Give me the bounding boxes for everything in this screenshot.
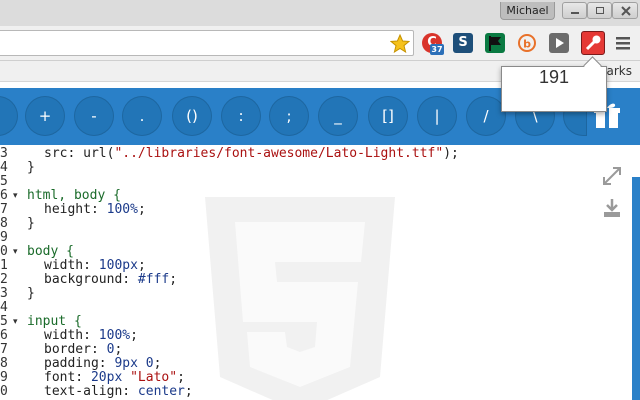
code-line: src: url("../libraries/font-awesome/Lato…	[44, 146, 459, 161]
code-line: }	[27, 160, 35, 175]
code-line: padding: 9px 0;	[44, 356, 162, 371]
line-number: 2	[0, 272, 8, 287]
code-line: width: 100px;	[44, 258, 146, 273]
symbol-key[interactable]: .	[122, 96, 162, 136]
symbol-key[interactable]: _	[318, 96, 358, 136]
flag-extension-icon[interactable]	[485, 33, 505, 53]
profile-name-badge[interactable]: Michael	[500, 2, 555, 20]
download-icon[interactable]	[601, 197, 623, 219]
s-extension-icon[interactable]: S	[453, 33, 473, 53]
red-c-extension-icon[interactable]: C 37	[422, 33, 444, 55]
code-line-selector: input {	[27, 314, 82, 329]
code-line: background: #fff;	[44, 272, 178, 287]
line-number: 9	[0, 230, 8, 245]
minimize-icon	[571, 12, 579, 14]
code-editor[interactable]: 3 4 5 6 ▾ 7 8 9 0 ▾ 1 2 3 4 5 ▾ 6 7 8 9 …	[0, 145, 640, 400]
css3-watermark-icon	[205, 197, 395, 400]
code-line: height: 100%;	[44, 202, 146, 217]
symbol-key-partial[interactable]	[0, 96, 18, 136]
symbol-key[interactable]: :	[221, 96, 261, 136]
code-line: }	[27, 286, 35, 301]
menu-icon[interactable]	[616, 36, 630, 50]
symbol-key[interactable]: ;	[269, 96, 309, 136]
line-number: 6	[0, 328, 8, 343]
line-number: 7	[0, 342, 8, 357]
line-number: 3	[0, 146, 8, 161]
expand-icon[interactable]	[601, 165, 623, 187]
line-number: 8	[0, 356, 8, 371]
play-extension-icon[interactable]	[549, 33, 569, 53]
fold-arrow-icon[interactable]: ▾	[13, 191, 23, 201]
editor-scrollbar[interactable]	[632, 177, 640, 400]
other-bookmarks-label[interactable]: arks	[607, 64, 633, 78]
code-line: width: 100%;	[44, 328, 138, 343]
notification-count-badge: 37	[430, 44, 444, 55]
fold-arrow-icon[interactable]: ▾	[13, 317, 23, 327]
address-bar[interactable]	[0, 30, 414, 56]
line-number: 4	[0, 160, 8, 175]
line-number: 1	[0, 258, 8, 273]
line-number: 5	[0, 174, 8, 189]
bookmark-star-icon[interactable]	[390, 34, 410, 53]
code-line: border: 0;	[44, 342, 123, 357]
symbol-key[interactable]: -	[74, 96, 114, 136]
code-line: text-align: center;	[44, 384, 193, 399]
browser-toolbar: C 37 S b	[0, 26, 640, 61]
window-titlebar: Michael	[0, 0, 640, 26]
symbol-key[interactable]: []	[368, 96, 408, 136]
restore-icon	[596, 7, 604, 14]
popup-value: 191	[538, 67, 570, 87]
code-line: font: 20px "Lato";	[44, 370, 185, 385]
line-number: 8	[0, 216, 8, 231]
fold-arrow-icon[interactable]: ▾	[13, 247, 23, 257]
code-line: }	[27, 216, 35, 231]
line-number: 9	[0, 370, 8, 385]
line-number: 4	[0, 300, 8, 315]
symbol-key[interactable]: +	[25, 96, 65, 136]
color-picker-extension-icon[interactable]	[581, 31, 605, 55]
code-line-selector: html, body {	[27, 188, 121, 203]
close-button[interactable]	[612, 2, 638, 19]
symbol-key[interactable]: |	[417, 96, 457, 136]
restore-button[interactable]	[587, 2, 612, 19]
minimize-button[interactable]	[562, 2, 587, 19]
b-extension-icon[interactable]: b	[517, 33, 537, 53]
code-line-selector: body {	[27, 244, 74, 259]
symbol-key[interactable]: ()	[172, 96, 212, 136]
close-icon	[621, 6, 631, 16]
line-number: 7	[0, 202, 8, 217]
line-number: 0	[0, 384, 8, 399]
svg-text:b: b	[523, 38, 531, 51]
line-number: 3	[0, 286, 8, 301]
symbol-key[interactable]: /	[466, 96, 506, 136]
